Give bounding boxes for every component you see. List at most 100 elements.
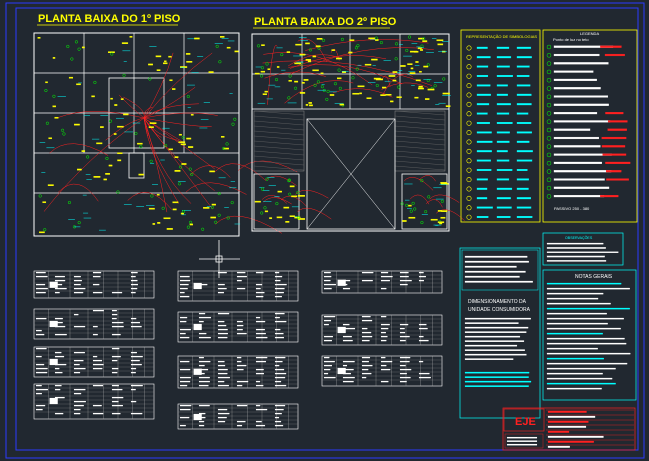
floor2-label (419, 70, 422, 73)
notes-upper-line (546, 251, 619, 254)
table-cell-text (35, 283, 46, 286)
symbol-row-text (496, 169, 513, 171)
symbol-glyph (466, 120, 472, 126)
notes-line (546, 317, 624, 320)
floor2-label (308, 102, 312, 104)
table-cell-text (342, 380, 354, 383)
titleblock-sub-text (506, 436, 538, 439)
table-cell-text (198, 404, 210, 407)
symbol-row-text (516, 103, 532, 106)
table-cell-text (399, 380, 407, 383)
symbol-row-text (476, 46, 488, 49)
table-cell-text (217, 420, 226, 423)
floor1-label (168, 55, 172, 58)
table-cell-text (130, 400, 137, 403)
floor2-wiring (429, 194, 460, 203)
floor2-label (408, 204, 412, 207)
notes-line (546, 297, 599, 300)
floor2-hatch (394, 145, 446, 151)
floor1-outlet (214, 220, 218, 224)
table-cell-text (274, 380, 282, 383)
floor1-label (163, 217, 171, 220)
table-cell-text (274, 328, 281, 331)
dimensioning-line (464, 322, 519, 324)
table-cell-text (92, 363, 104, 366)
floor2-label (283, 206, 290, 209)
table-cell-text (255, 316, 261, 319)
notes-line (546, 347, 598, 350)
dimensioning-line (464, 353, 527, 356)
table-block (337, 326, 346, 334)
table-cell-text (342, 323, 350, 326)
floor1-label (186, 61, 193, 63)
floor1-outlet (38, 194, 42, 198)
symbol-row-text (516, 56, 532, 59)
table-cell-text (274, 416, 280, 419)
table-cell-text (54, 355, 65, 358)
titleblock-text (547, 440, 594, 443)
table-cell-text (111, 400, 119, 403)
table-cell-text (361, 339, 370, 342)
floor2-label (305, 104, 309, 106)
floor2-label (329, 94, 335, 96)
table-cell-text (255, 291, 265, 294)
symbol-row-text (496, 178, 510, 181)
table-cell-text (418, 372, 430, 375)
legend-glyph (546, 94, 552, 100)
dimensioning-line (464, 344, 518, 347)
notes-upper-line (546, 260, 607, 262)
floor2-label (309, 104, 313, 107)
cad-viewport[interactable]: PLANTA BAIXA DO 1º PISO PLANTA BAIXA DO … (0, 0, 649, 461)
floor2-label (342, 71, 347, 73)
dimensioning-line (464, 358, 514, 360)
floor2-outlet (340, 37, 344, 41)
floor2-outlet (337, 68, 341, 72)
floor1-label (52, 105, 56, 108)
symbols-panel-title: REPRESENTAÇÃO DE SIMBOLOGIAS (466, 34, 537, 39)
dimensioning-line (464, 335, 521, 338)
table-cell-text (380, 335, 388, 338)
floor2-label (315, 45, 321, 47)
table-cell-text (255, 424, 266, 427)
table-cell-text (73, 351, 85, 354)
floor1-outlet (77, 47, 81, 51)
table-cell-text (236, 287, 246, 290)
table-cell-text (179, 332, 186, 335)
table-cell-text (111, 333, 121, 336)
table-cell-text (217, 380, 225, 383)
floor1-label (108, 164, 113, 167)
floor1-label (117, 159, 122, 162)
table-cell-text (418, 339, 429, 342)
table-cell-text (217, 408, 228, 411)
table-cell-text (92, 412, 104, 415)
table-cell-text (179, 416, 190, 419)
floor1-label (234, 50, 239, 53)
symbol-row-text (476, 187, 488, 190)
table-cell-text (323, 372, 329, 375)
table-cell-text (274, 295, 282, 298)
symbol-row-text (516, 197, 532, 200)
floor1-wiring (143, 117, 215, 170)
table-cell-text (73, 404, 84, 407)
table-cell-text (418, 279, 425, 282)
legend-list (546, 44, 631, 199)
floor2-plan[interactable] (251, 33, 465, 232)
floor2-label (289, 185, 295, 188)
floor2-label (291, 195, 298, 198)
floor1-plan[interactable] (33, 32, 298, 237)
table-cell-text (236, 271, 246, 274)
floor1-label (220, 36, 225, 38)
legend-highlight (601, 136, 627, 140)
symbol-row-text (516, 206, 532, 209)
legend-glyph (546, 160, 552, 166)
legend-highlight (604, 53, 625, 57)
legend-highlight (601, 145, 626, 148)
table-cell-text (35, 367, 48, 370)
floor2-outlet (288, 192, 292, 196)
floor2-label (301, 82, 305, 84)
symbol-row-text (516, 65, 530, 68)
table-cell-text (217, 364, 226, 367)
floor1-wiring (127, 192, 173, 210)
floor2-balcony (394, 110, 446, 172)
floor2-outlet (351, 76, 355, 80)
